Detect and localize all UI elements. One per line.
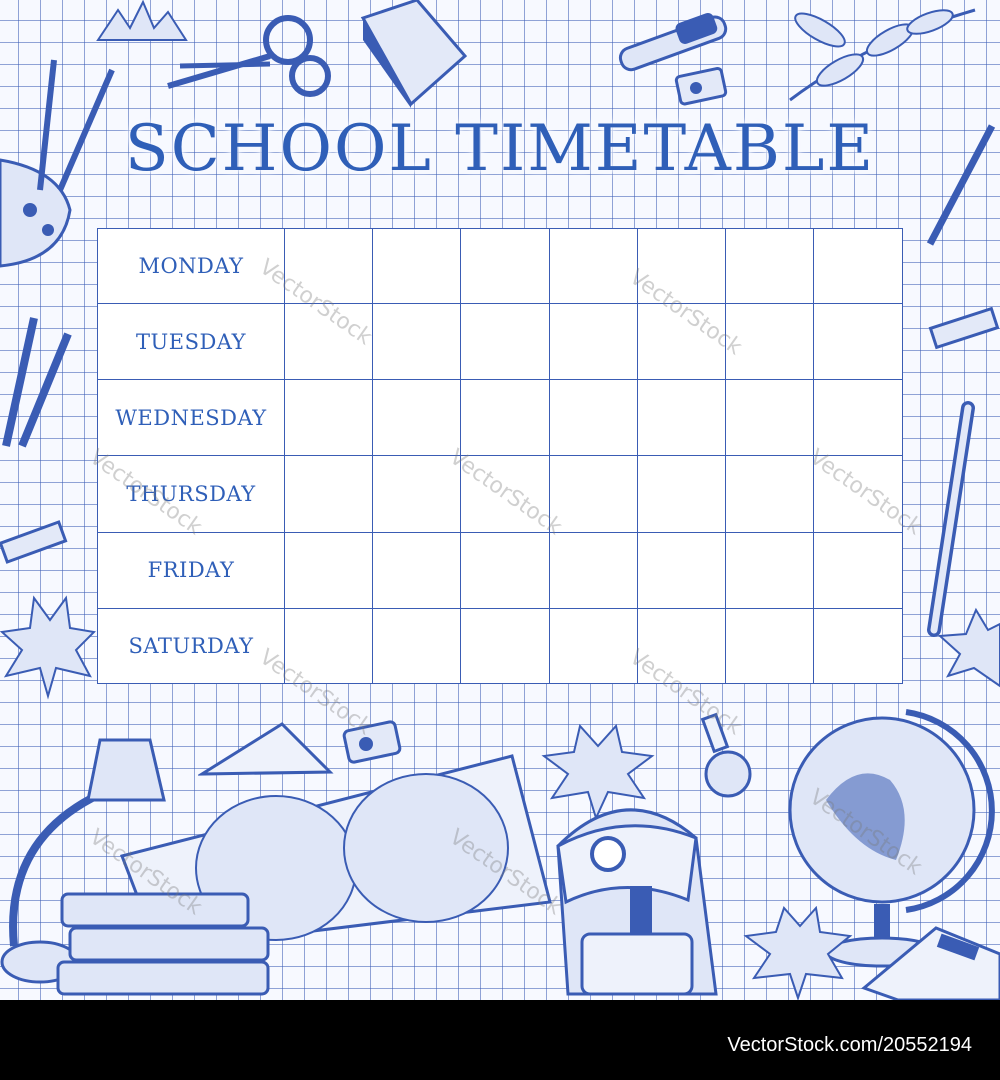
timetable-cell[interactable] bbox=[460, 379, 550, 457]
pen-icon bbox=[927, 401, 975, 637]
eraser-icon bbox=[928, 306, 1000, 350]
timetable-cell[interactable] bbox=[636, 303, 727, 381]
page-title: SCHOOL TIMETABLE bbox=[124, 112, 876, 186]
timetable-cell[interactable] bbox=[372, 379, 462, 457]
timetable-table: MONDAY TUESDAY WEDNESDAY THURSDAY FRIDAY SATU… bbox=[98, 229, 902, 683]
timetable-cell[interactable] bbox=[548, 531, 638, 609]
eraser-icon bbox=[0, 520, 68, 564]
timetable-cell[interactable] bbox=[283, 303, 374, 381]
timetable-cell[interactable] bbox=[548, 379, 638, 457]
timetable-cell[interactable] bbox=[725, 229, 815, 305]
timetable-row: THURSDAY bbox=[98, 455, 902, 533]
timetable-cell[interactable] bbox=[372, 455, 462, 533]
timetable-cell[interactable] bbox=[372, 303, 462, 381]
maple-leaf-icon bbox=[743, 906, 853, 1000]
pencils-icon bbox=[2, 317, 72, 448]
timetable-row: WEDNESDAY bbox=[98, 379, 902, 457]
timetable-cell[interactable] bbox=[460, 455, 550, 533]
maple-leaf-icon bbox=[937, 607, 1000, 688]
day-label: FRIDAY bbox=[98, 531, 285, 609]
timetable-row: MONDAY bbox=[98, 229, 902, 305]
calculator-icon bbox=[861, 926, 1000, 1000]
timetable-row: SATURDAY bbox=[98, 607, 902, 683]
flask-icon bbox=[700, 712, 752, 798]
closed-book-icon bbox=[360, 0, 468, 108]
timetable-cell[interactable] bbox=[813, 229, 902, 305]
footer-bar: VectorStock.com/20552194 bbox=[0, 1000, 1000, 1080]
timetable-cell[interactable] bbox=[548, 303, 638, 381]
timetable-cell[interactable] bbox=[725, 531, 815, 609]
timetable-cell[interactable] bbox=[548, 455, 638, 533]
day-label: TUESDAY bbox=[98, 303, 285, 381]
timetable-body: MONDAY TUESDAY WEDNESDAY THURSDAY FRIDAY SATU… bbox=[98, 229, 902, 683]
timetable-cell[interactable] bbox=[636, 229, 727, 305]
timetable-row: TUESDAY bbox=[98, 303, 902, 381]
timetable-cell[interactable] bbox=[813, 531, 902, 609]
timetable-cell[interactable] bbox=[283, 607, 374, 683]
sharpener-icon bbox=[674, 66, 728, 106]
timetable-cell[interactable] bbox=[636, 455, 727, 533]
timetable-cell[interactable] bbox=[636, 531, 727, 609]
timetable-cell[interactable] bbox=[725, 303, 815, 381]
timetable-row: FRIDAY bbox=[98, 531, 902, 609]
backpack-icon bbox=[556, 808, 718, 996]
timetable-cell[interactable] bbox=[372, 229, 462, 305]
timetable-cell[interactable] bbox=[460, 531, 550, 609]
footer-credit: VectorStock.com/20552194 bbox=[727, 1034, 972, 1056]
timetable-cell[interactable] bbox=[548, 607, 638, 683]
timetable-cell[interactable] bbox=[725, 455, 815, 533]
day-label: MONDAY bbox=[98, 229, 285, 305]
timetable-cell[interactable] bbox=[548, 229, 638, 305]
timetable-cell[interactable] bbox=[725, 607, 815, 683]
timetable-grid: MONDAY TUESDAY WEDNESDAY THURSDAY FRIDAY SATU… bbox=[97, 228, 903, 684]
timetable-cell[interactable] bbox=[372, 607, 462, 683]
timetable-cell[interactable] bbox=[460, 229, 550, 305]
timetable-cell[interactable] bbox=[283, 379, 374, 457]
timetable-cell[interactable] bbox=[283, 455, 374, 533]
rowan-branch-icon bbox=[789, 8, 976, 102]
scissors-icon bbox=[167, 15, 331, 97]
timetable-cell[interactable] bbox=[725, 379, 815, 457]
book-stack-icon bbox=[56, 892, 270, 996]
timetable-cell[interactable] bbox=[372, 531, 462, 609]
timetable-cell[interactable] bbox=[283, 531, 374, 609]
maple-leaf-icon bbox=[0, 595, 96, 700]
day-label: THURSDAY bbox=[98, 455, 285, 533]
timetable-cell[interactable] bbox=[813, 303, 902, 381]
timetable-cell[interactable] bbox=[636, 607, 727, 683]
timetable-cell[interactable] bbox=[636, 379, 727, 457]
timetable-poster: SCHOOL TIMETABLE MONDAY TUESDAY WEDNESDAY T… bbox=[0, 0, 1000, 1000]
timetable-cell[interactable] bbox=[813, 379, 902, 457]
timetable-cell[interactable] bbox=[460, 607, 550, 683]
timetable-cell[interactable] bbox=[813, 455, 902, 533]
timetable-cell[interactable] bbox=[813, 607, 902, 683]
timetable-cell[interactable] bbox=[460, 303, 550, 381]
day-label: WEDNESDAY bbox=[98, 379, 285, 457]
timetable-cell[interactable] bbox=[283, 229, 374, 305]
day-label: SATURDAY bbox=[98, 607, 285, 683]
